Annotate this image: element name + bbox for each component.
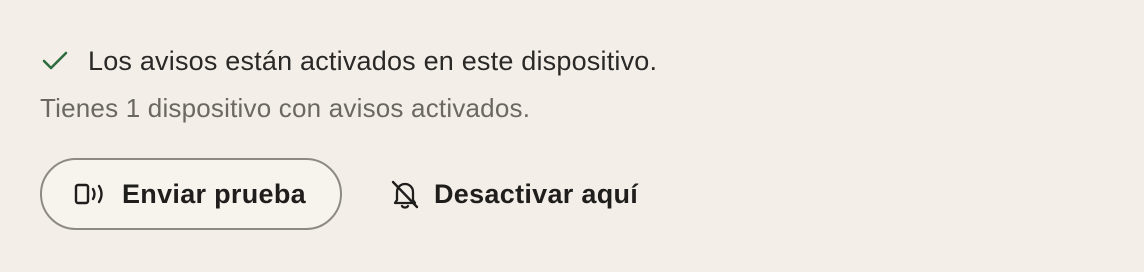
notifications-status: Los avisos están activados en este dispo… [40,44,1104,78]
send-test-label: Enviar prueba [122,179,306,209]
vibrate-icon [74,179,108,209]
disable-here-label: Desactivar aquí [434,179,639,209]
device-count-text: Tienes 1 dispositivo con avisos activado… [40,93,531,123]
send-test-button[interactable]: Enviar prueba [40,158,342,230]
bell-off-icon [388,177,422,211]
notification-actions: Enviar prueba Desactivar aquí [40,158,1104,230]
notifications-panel: Los avisos están activados en este dispo… [0,0,1144,272]
check-icon [40,46,70,76]
disable-here-button[interactable]: Desactivar aquí [388,158,638,230]
notifications-status-text: Los avisos están activados en este dispo… [88,46,658,76]
